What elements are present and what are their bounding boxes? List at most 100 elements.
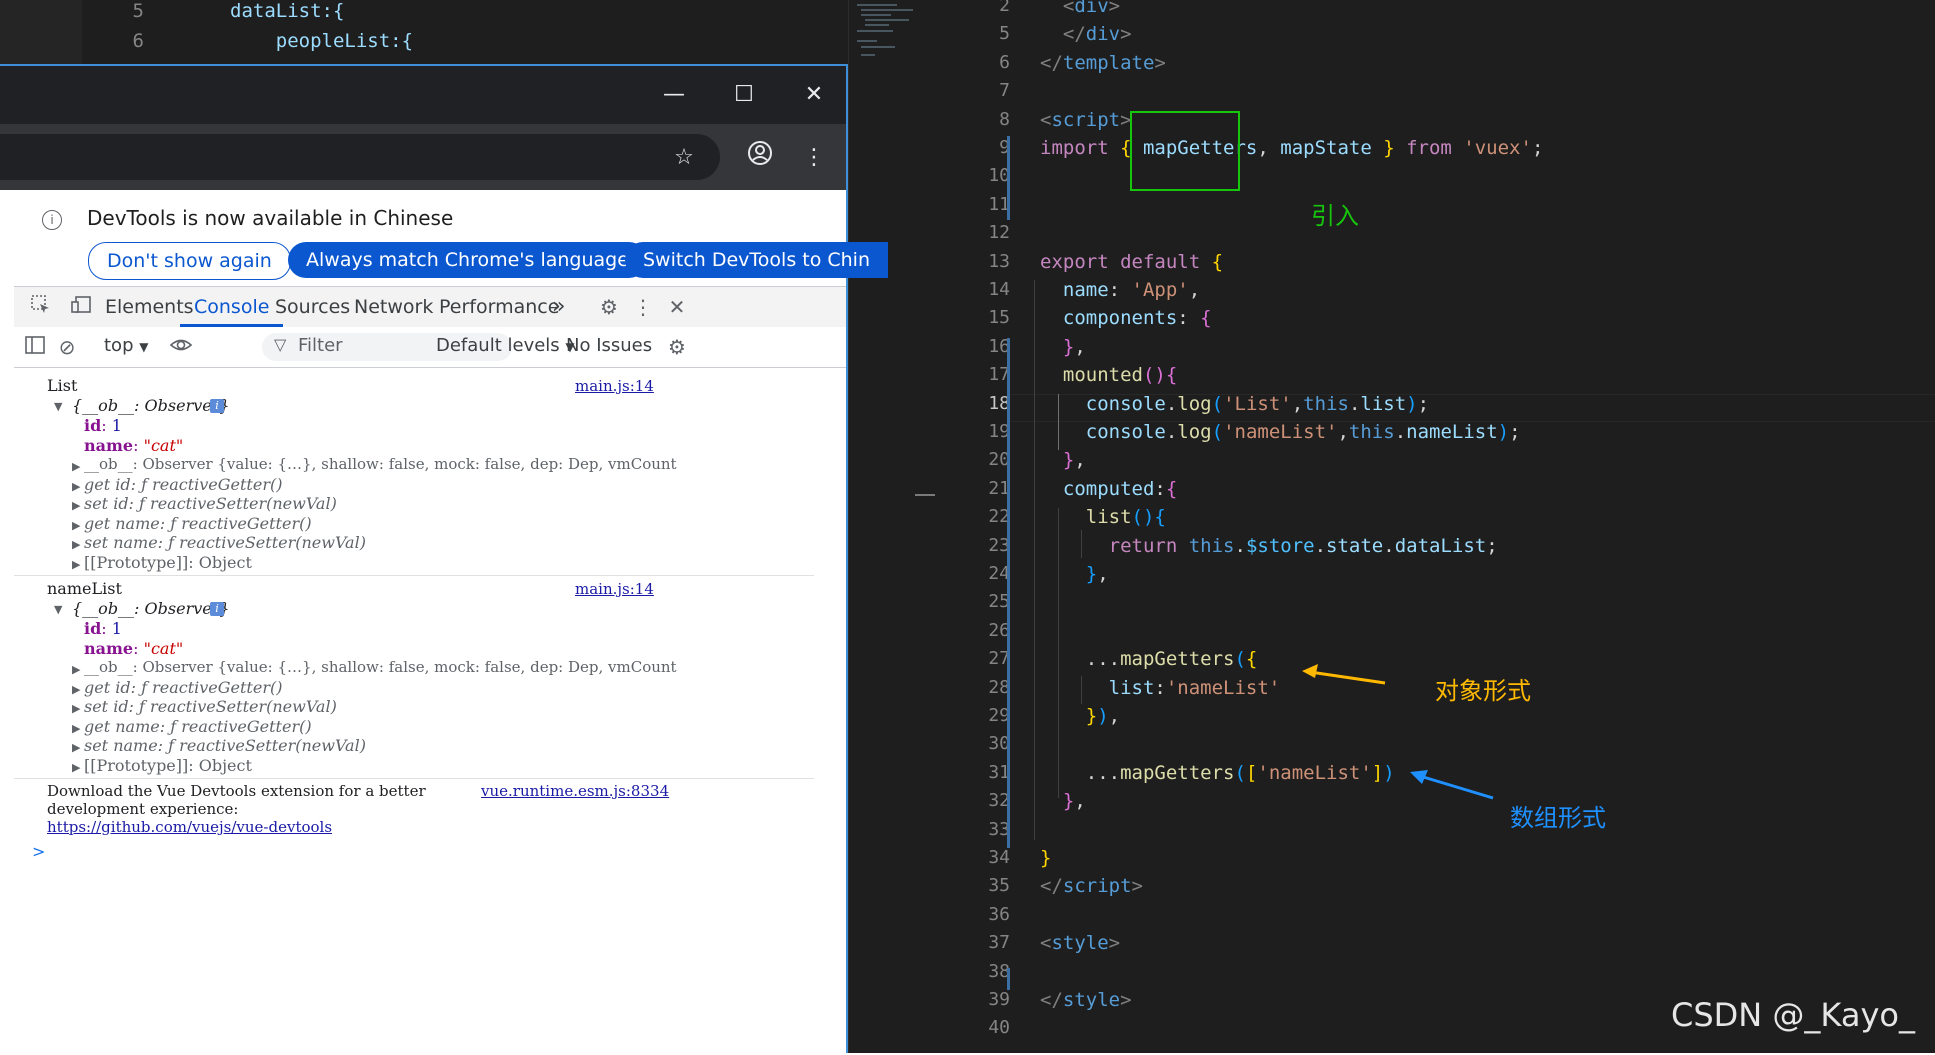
tab-network[interactable]: Network — [354, 287, 433, 327]
expand-triangle-icon[interactable]: ▶ — [72, 460, 80, 473]
code-line[interactable]: 17 mounted(){ — [938, 361, 1935, 389]
code-line[interactable]: 15 components: { — [938, 304, 1935, 332]
minimize-button[interactable]: — — [652, 76, 696, 114]
object-summary[interactable]: {__ob__: Observer} — [72, 599, 230, 618]
expand-triangle-icon[interactable]: ▶ — [72, 722, 80, 735]
log-source-link[interactable]: main.js:14 — [575, 580, 654, 598]
code-line[interactable]: 27 ...mapGetters({ — [938, 645, 1935, 673]
prop-row[interactable]: get name: ƒ reactiveGetter() — [84, 717, 312, 736]
inspect-element-icon[interactable] — [28, 294, 54, 320]
code-line[interactable]: 6 </template> — [938, 49, 1935, 77]
code-text: return this.$store.state.dataList; — [1040, 535, 1498, 557]
issues-counter[interactable]: No Issues — [566, 335, 652, 356]
code-line[interactable]: 36 — [938, 901, 1935, 929]
code-line[interactable]: 5 </div> — [938, 20, 1935, 48]
prop-row[interactable]: set id: ƒ reactiveSetter(newVal) — [84, 494, 337, 513]
code-line[interactable]: 14 name: 'App', — [938, 276, 1935, 304]
tab-performance[interactable]: Performance — [439, 287, 559, 327]
code-line[interactable]: 2 <div> — [938, 0, 1935, 20]
log-source-link[interactable]: main.js:14 — [575, 377, 654, 395]
expand-triangle-icon[interactable]: ▼ — [54, 603, 62, 616]
prop-row[interactable]: set name: ƒ reactiveSetter(newVal) — [84, 533, 366, 552]
close-devtools-icon[interactable]: ✕ — [664, 294, 690, 320]
prop-row[interactable]: [[Prototype]]: Object — [84, 756, 252, 775]
live-expression-eye-icon[interactable] — [168, 334, 194, 360]
info-badge-icon[interactable]: i — [210, 602, 224, 616]
object-summary[interactable]: {__ob__: Observer} — [72, 396, 230, 415]
prop-row[interactable]: set id: ƒ reactiveSetter(newVal) — [84, 697, 337, 716]
code-line[interactable]: 11 — [938, 191, 1935, 219]
code-line[interactable]: 34} — [938, 844, 1935, 872]
switch-devtools-language-button[interactable]: Switch DevTools to Chin — [625, 242, 889, 278]
prop-row[interactable]: get id: ƒ reactiveGetter() — [84, 678, 282, 697]
code-line[interactable]: 13 export default { — [938, 248, 1935, 276]
code-line[interactable]: 22 list(){ — [938, 503, 1935, 531]
prop-row[interactable]: [[Prototype]]: Object — [84, 553, 252, 572]
code-text: </script> — [1040, 875, 1143, 897]
devtools-menu-icon[interactable]: ⋮ — [630, 294, 656, 320]
console-prompt[interactable]: > — [32, 842, 45, 861]
dont-show-again-button[interactable]: Don't show again — [88, 242, 291, 280]
code-line[interactable]: 7 — [938, 77, 1935, 105]
context-selector[interactable]: top ▼ — [104, 335, 148, 356]
devtools-settings-icon[interactable]: ⚙ — [596, 294, 622, 320]
log-source-link[interactable]: vue.runtime.esm.js:8334 — [481, 782, 669, 800]
prop-row[interactable]: get name: ƒ reactiveGetter() — [84, 514, 312, 533]
line-number: 32 — [988, 790, 1010, 811]
prop-row[interactable]: __ob__: Observer {value: {…}, shallow: f… — [84, 455, 677, 473]
code-line[interactable]: 26 — [938, 617, 1935, 645]
code-line[interactable]: 38 — [938, 958, 1935, 986]
code-line[interactable]: 37 <style> — [938, 929, 1935, 957]
code-line[interactable]: 9 import { mapGetters, mapState } from 'v… — [938, 134, 1935, 162]
expand-triangle-icon[interactable]: ▶ — [72, 519, 80, 532]
editor-minimap[interactable] — [848, 0, 939, 1053]
info-badge-icon[interactable]: i — [210, 399, 224, 413]
expand-triangle-icon[interactable]: ▶ — [72, 741, 80, 754]
browser-menu-icon[interactable]: ⋮ — [796, 140, 832, 176]
splitter-handle[interactable] — [915, 494, 935, 496]
sidebar-toggle-icon[interactable] — [22, 334, 48, 360]
always-match-language-button[interactable]: Always match Chrome's language — [288, 242, 647, 278]
console-settings-icon[interactable]: ⚙ — [664, 334, 690, 360]
expand-triangle-icon[interactable]: ▶ — [72, 480, 80, 493]
log-levels-dropdown[interactable]: Default levels ▼ — [436, 335, 575, 356]
code-line[interactable]: 29 }), — [938, 702, 1935, 730]
expand-triangle-icon[interactable]: ▶ — [72, 538, 80, 551]
code-line[interactable]: 19 console.log('nameList',this.nameList)… — [938, 418, 1935, 446]
expand-triangle-icon[interactable]: ▼ — [54, 400, 62, 413]
maximize-button[interactable]: ☐ — [722, 76, 766, 114]
device-toolbar-icon[interactable] — [68, 294, 94, 320]
code-line[interactable]: 23 return this.$store.state.dataList; — [938, 532, 1935, 560]
expand-triangle-icon[interactable]: ▶ — [72, 683, 80, 696]
tab-sources[interactable]: Sources — [275, 287, 350, 327]
code-line[interactable]: 21 computed:{ — [938, 475, 1935, 503]
prop-row[interactable]: __ob__: Observer {value: {…}, shallow: f… — [84, 658, 677, 676]
code-line[interactable]: 20 }, — [938, 446, 1935, 474]
expand-triangle-icon[interactable]: ▶ — [72, 663, 80, 676]
code-line[interactable]: 33 — [938, 816, 1935, 844]
expand-triangle-icon[interactable]: ▶ — [72, 702, 80, 715]
code-line[interactable]: 25 — [938, 588, 1935, 616]
code-line[interactable]: 35 </script> — [938, 872, 1935, 900]
tab-console[interactable]: Console — [180, 287, 284, 327]
expand-triangle-icon[interactable]: ▶ — [72, 761, 80, 774]
code-line[interactable]: 16 }, — [938, 333, 1935, 361]
code-line[interactable]: 8 <script> — [938, 106, 1935, 134]
code-text: export default { — [1040, 251, 1224, 273]
expand-triangle-icon[interactable]: ▶ — [72, 558, 80, 571]
profile-icon[interactable] — [742, 140, 778, 176]
code-line[interactable]: 18 console.log('List',this.list); — [938, 390, 1935, 418]
address-bar[interactable] — [0, 134, 720, 180]
more-tabs-icon[interactable]: » — [552, 287, 565, 327]
code-line[interactable]: 30 — [938, 730, 1935, 758]
code-line[interactable]: 24 }, — [938, 560, 1935, 588]
close-window-button[interactable]: ✕ — [792, 76, 836, 114]
code-line[interactable]: 10 — [938, 162, 1935, 190]
bookmark-star-icon[interactable]: ☆ — [666, 140, 702, 176]
clear-console-icon[interactable]: ⊘ — [54, 334, 80, 360]
vue-devtools-link[interactable]: https://github.com/vuejs/vue-devtools — [47, 818, 332, 836]
expand-triangle-icon[interactable]: ▶ — [72, 499, 80, 512]
prop-row[interactable]: get id: ƒ reactiveGetter() — [84, 475, 282, 494]
prop-row[interactable]: set name: ƒ reactiveSetter(newVal) — [84, 736, 366, 755]
code-line[interactable]: 12 — [938, 219, 1935, 247]
